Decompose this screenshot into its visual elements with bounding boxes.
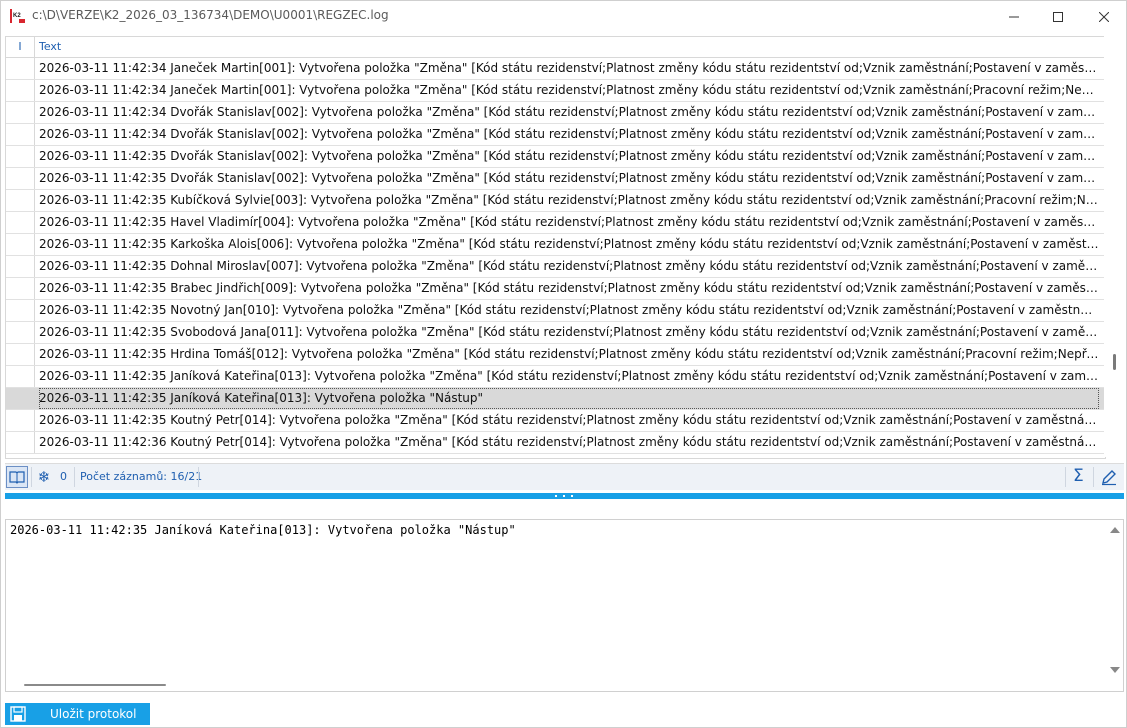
svg-text:K2: K2 [13, 13, 21, 19]
close-icon [1099, 12, 1109, 22]
book-button[interactable] [6, 466, 28, 488]
row-indicator-cell[interactable] [6, 190, 35, 211]
row-text-cell[interactable]: 2026-03-11 11:42:34 Janeček Martin[001]:… [39, 58, 1099, 79]
scroll-down-arrow-icon[interactable] [1110, 667, 1120, 673]
snowflake-icon[interactable]: ❄ [35, 468, 53, 486]
row-text-cell[interactable]: 2026-03-11 11:42:35 Svobodová Jana[011]:… [39, 322, 1099, 343]
detail-horizontal-scrollbar[interactable] [6, 679, 1107, 691]
filter-count: 0 [60, 470, 67, 483]
record-count: Počet záznamů: 16/21 [80, 470, 203, 483]
row-text-cell[interactable]: 2026-03-11 11:42:35 Koutný Petr[014]: Vy… [39, 410, 1099, 431]
row-indicator-cell[interactable] [6, 212, 35, 233]
table-row[interactable]: 2026-03-11 11:42:34 Dvořák Stanislav[002… [6, 102, 1105, 124]
window-title: c:\D\VERZE\K2_2026_03_136734\DEMO\U0001\… [32, 8, 389, 22]
table-row[interactable]: 2026-03-11 11:42:34 Janeček Martin[001]:… [6, 80, 1105, 102]
table-row[interactable]: 2026-03-11 11:42:35 Dvořák Stanislav[002… [6, 146, 1105, 168]
status-separator [74, 467, 75, 487]
panel-splitter[interactable] [5, 493, 1124, 499]
status-bar: ❄ 0 Počet záznamů: 16/21 Σ [5, 463, 1124, 490]
row-indicator-cell[interactable] [6, 366, 35, 387]
horizontal-scrollbar-thumb[interactable] [24, 684, 166, 686]
row-indicator-cell[interactable] [6, 58, 35, 79]
save-log-label: Uložit protokol [50, 707, 137, 721]
row-indicator-cell[interactable] [6, 102, 35, 123]
sum-icon[interactable]: Σ [1073, 466, 1084, 486]
grid-header: I Text [6, 37, 1105, 58]
row-indicator-cell[interactable] [6, 432, 35, 453]
row-text-cell[interactable]: 2026-03-11 11:42:34 Dvořák Stanislav[002… [39, 102, 1099, 123]
grid-rows: 2026-03-11 11:42:34 Janeček Martin[001]:… [6, 58, 1105, 454]
log-grid: I Text 2026-03-11 11:42:34 Janeček Marti… [5, 36, 1106, 459]
row-indicator-cell[interactable] [6, 124, 35, 145]
table-row[interactable]: 2026-03-11 11:42:36 Koutný Petr[014]: Vy… [6, 432, 1105, 454]
row-text-cell[interactable]: 2026-03-11 11:42:35 Novotný Jan[010]: Vy… [39, 300, 1099, 321]
log-window: K2 c:\D\VERZE\K2_2026_03_136734\DEMO\U00… [0, 0, 1127, 728]
row-text-cell[interactable]: 2026-03-11 11:42:35 Janíková Kateřina[01… [39, 366, 1099, 387]
row-text-cell[interactable]: 2026-03-11 11:42:35 Brabec Jindřich[009]… [39, 278, 1099, 299]
row-indicator-cell[interactable] [6, 388, 35, 409]
status-separator [1093, 467, 1094, 487]
table-row[interactable]: 2026-03-11 11:42:35 Hrdina Tomáš[012]: V… [6, 344, 1105, 366]
row-indicator-cell[interactable] [6, 80, 35, 101]
floppy-disk-icon [10, 706, 26, 722]
minimize-button[interactable] [991, 1, 1037, 33]
table-row[interactable]: 2026-03-11 11:42:35 Dvořák Stanislav[002… [6, 168, 1105, 190]
row-text-cell[interactable]: 2026-03-11 11:42:35 Hrdina Tomáš[012]: V… [39, 344, 1099, 365]
book-icon [9, 471, 25, 484]
table-row[interactable]: 2026-03-11 11:42:35 Kubíčková Sylvie[003… [6, 190, 1105, 212]
pen-icon[interactable] [1100, 468, 1118, 486]
row-text-cell[interactable]: 2026-03-11 11:42:35 Karkoška Alois[006]:… [39, 234, 1099, 255]
title-bar: K2 c:\D\VERZE\K2_2026_03_136734\DEMO\U00… [1, 1, 1126, 33]
grid-scrollbar-thumb[interactable] [1113, 354, 1116, 370]
detail-vertical-scrollbar[interactable] [1107, 520, 1123, 679]
row-indicator-cell[interactable] [6, 410, 35, 431]
row-text-cell[interactable]: 2026-03-11 11:42:35 Dvořák Stanislav[002… [39, 168, 1099, 189]
table-row[interactable]: 2026-03-11 11:42:35 Koutný Petr[014]: Vy… [6, 410, 1105, 432]
table-row[interactable]: 2026-03-11 11:42:35 Janíková Kateřina[01… [6, 366, 1105, 388]
row-text-cell[interactable]: 2026-03-11 11:42:35 Dvořák Stanislav[002… [39, 146, 1099, 167]
row-indicator-cell[interactable] [6, 322, 35, 343]
maximize-icon [1053, 12, 1063, 22]
detail-text-area[interactable]: 2026-03-11 11:42:35 Janíková Kateřina[01… [5, 519, 1124, 692]
row-text-cell[interactable]: 2026-03-11 11:42:35 Janíková Kateřina[01… [39, 388, 1099, 409]
row-text-cell[interactable]: 2026-03-11 11:42:34 Dvořák Stanislav[002… [39, 124, 1099, 145]
maximize-button[interactable] [1035, 1, 1081, 33]
status-separator [1065, 467, 1066, 487]
table-row[interactable]: 2026-03-11 11:42:34 Janeček Martin[001]:… [6, 58, 1105, 80]
table-row[interactable]: 2026-03-11 11:42:35 Novotný Jan[010]: Vy… [6, 300, 1105, 322]
row-indicator-cell[interactable] [6, 278, 35, 299]
row-indicator-cell[interactable] [6, 234, 35, 255]
table-row[interactable]: 2026-03-11 11:42:35 Brabec Jindřich[009]… [6, 278, 1105, 300]
status-separator [31, 467, 32, 487]
row-text-cell[interactable]: 2026-03-11 11:42:35 Dohnal Miroslav[007]… [39, 256, 1099, 277]
close-button[interactable] [1081, 1, 1126, 33]
k2-app-icon: K2 [10, 8, 26, 24]
row-indicator-cell[interactable] [6, 168, 35, 189]
grid-vertical-scrollbar[interactable] [1104, 36, 1124, 457]
row-indicator-cell[interactable] [6, 256, 35, 277]
row-indicator-cell[interactable] [6, 344, 35, 365]
table-row[interactable]: 2026-03-11 11:42:35 Svobodová Jana[011]:… [6, 322, 1105, 344]
table-row[interactable]: 2026-03-11 11:42:35 Janíková Kateřina[01… [6, 388, 1105, 410]
row-text-cell[interactable]: 2026-03-11 11:42:36 Koutný Petr[014]: Vy… [39, 432, 1099, 453]
row-text-cell[interactable]: 2026-03-11 11:42:35 Havel Vladimír[004]:… [39, 212, 1099, 233]
minimize-icon [1009, 16, 1019, 18]
scroll-up-arrow-icon[interactable] [1110, 527, 1120, 533]
row-text-cell[interactable]: 2026-03-11 11:42:35 Kubíčková Sylvie[003… [39, 190, 1099, 211]
row-text-cell[interactable]: 2026-03-11 11:42:34 Janeček Martin[001]:… [39, 80, 1099, 101]
row-indicator-cell[interactable] [6, 300, 35, 321]
save-log-button[interactable]: Uložit protokol [5, 703, 150, 725]
column-header-text[interactable]: Text [39, 37, 61, 57]
table-row[interactable]: 2026-03-11 11:42:35 Havel Vladimír[004]:… [6, 212, 1105, 234]
table-row[interactable]: 2026-03-11 11:42:35 Dohnal Miroslav[007]… [6, 256, 1105, 278]
table-row[interactable]: 2026-03-11 11:42:35 Karkoška Alois[006]:… [6, 234, 1105, 256]
status-separator [198, 467, 199, 487]
column-header-indicator[interactable]: I [6, 37, 35, 57]
splitter-grip-icon [555, 494, 573, 498]
table-row[interactable]: 2026-03-11 11:42:34 Dvořák Stanislav[002… [6, 124, 1105, 146]
row-indicator-cell[interactable] [6, 146, 35, 167]
detail-text: 2026-03-11 11:42:35 Janíková Kateřina[01… [10, 523, 516, 537]
